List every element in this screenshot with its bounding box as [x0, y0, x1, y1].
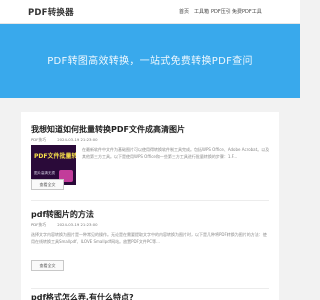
thumbnail-subcaption: 图片高清无损 [34, 171, 55, 175]
article-excerpt: 在最新软件中文件为基础图片可以使用得转换软件制工具完成。包括WPS Office… [82, 147, 270, 159]
article-date: 2024-03-19 21:23:00 [57, 222, 98, 227]
article-category[interactable]: PDF技巧 [31, 222, 46, 227]
thumbnail-caption: PDF文件批量转 [34, 153, 76, 160]
article-category[interactable]: PDF技巧 [31, 137, 46, 142]
card-divider [31, 288, 269, 289]
article-meta: PDF技巧 2024-03-19 21:23:00 [31, 222, 108, 228]
read-more-button[interactable]: 查看全文 [31, 260, 64, 271]
nav-toolbox[interactable]: 工具箱 [194, 8, 209, 15]
banner-title: PDF转图高效转换，一站式免费转换PDF查问 [47, 56, 253, 67]
site-logo[interactable]: PDF转换器 [28, 6, 74, 18]
top-navbar: PDF转换器 首页 工具箱 PDF压引 免费PDF工具 [0, 0, 300, 24]
card-divider [31, 200, 269, 201]
article-meta: PDF技巧 2024-03-19 21:23:00 [31, 137, 108, 143]
hero-banner: PDF转图高效转换，一站式免费转换PDF查问 [0, 24, 300, 98]
article-card: 我想知道如何批量转换PDF文件成高清图片 PDF技巧 2024-03-19 21… [21, 112, 279, 200]
nav-pdf-compress[interactable]: PDF压引 [211, 8, 231, 15]
article-date: 2024-03-19 21:23:00 [57, 137, 98, 142]
article-card: pdf格式怎么弄,有什么特点? [21, 288, 279, 300]
article-excerpt: 选择文字内容转换为图片是一种常见的操作。无论是在需要提取文字中的内容转换为图片时… [31, 232, 267, 244]
article-card: pdf转图片的方法 PDF技巧 2024-03-19 21:23:00 选择文字… [21, 200, 279, 288]
article-title[interactable]: pdf格式怎么弄,有什么特点? [31, 292, 134, 300]
nav-free-pdf-tools[interactable]: 免费PDF工具 [232, 8, 262, 15]
article-title[interactable]: 我想知道如何批量转换PDF文件成高清图片 [31, 124, 185, 135]
read-more-button[interactable]: 查看全文 [31, 179, 64, 190]
nav-home[interactable]: 首页 [179, 8, 189, 15]
article-title[interactable]: pdf转图片的方法 [31, 209, 94, 220]
